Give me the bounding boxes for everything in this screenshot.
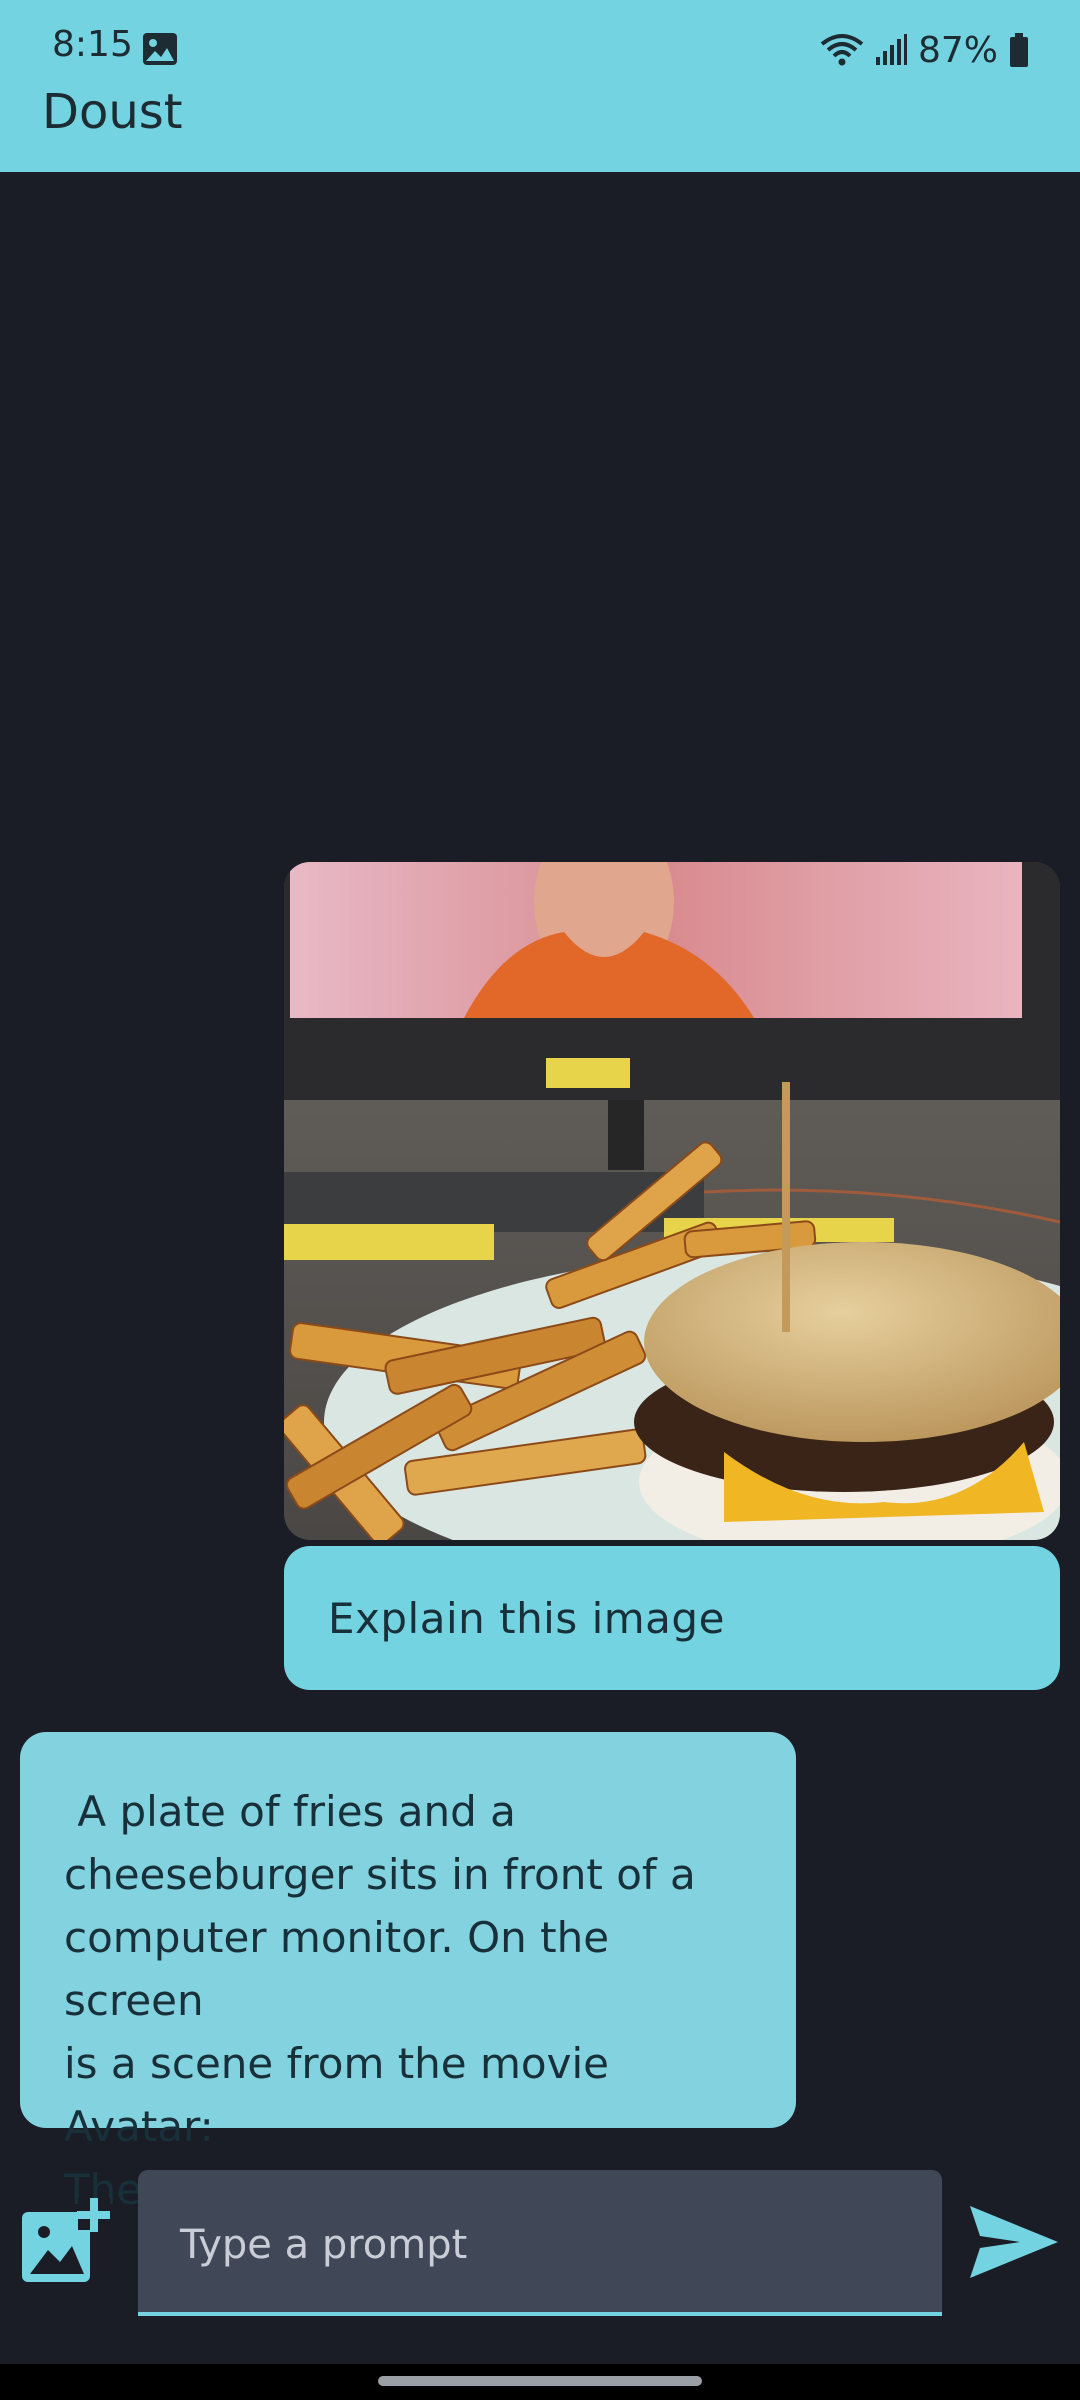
user-message-bubble: Explain this image xyxy=(284,1546,1060,1690)
image-icon xyxy=(143,33,177,65)
prompt-input[interactable]: Type a prompt xyxy=(138,2170,942,2316)
battery-level: 87% xyxy=(917,29,998,71)
user-message-text: Explain this image xyxy=(328,1594,725,1643)
send-icon[interactable] xyxy=(968,2202,1060,2282)
app-bar: 8:15 87% Doust xyxy=(0,0,1080,172)
signal-icon xyxy=(875,34,907,65)
prompt-placeholder: Type a prompt xyxy=(180,2222,468,2268)
add-image-icon[interactable] xyxy=(20,2196,110,2286)
bot-message-text: A plate of fries and a cheeseburger sits… xyxy=(64,1787,696,2214)
food-photo xyxy=(284,862,1060,1540)
wifi-icon xyxy=(820,34,864,66)
app-title: Doust xyxy=(42,84,183,140)
status-indicators: 87% xyxy=(820,22,1030,78)
bot-message-bubble: A plate of fries and a cheeseburger sits… xyxy=(20,1732,796,2214)
status-time: 8:15 xyxy=(52,24,133,65)
attached-image[interactable] xyxy=(284,862,1060,1540)
home-indicator[interactable] xyxy=(378,2376,702,2386)
battery-icon xyxy=(1010,33,1028,67)
